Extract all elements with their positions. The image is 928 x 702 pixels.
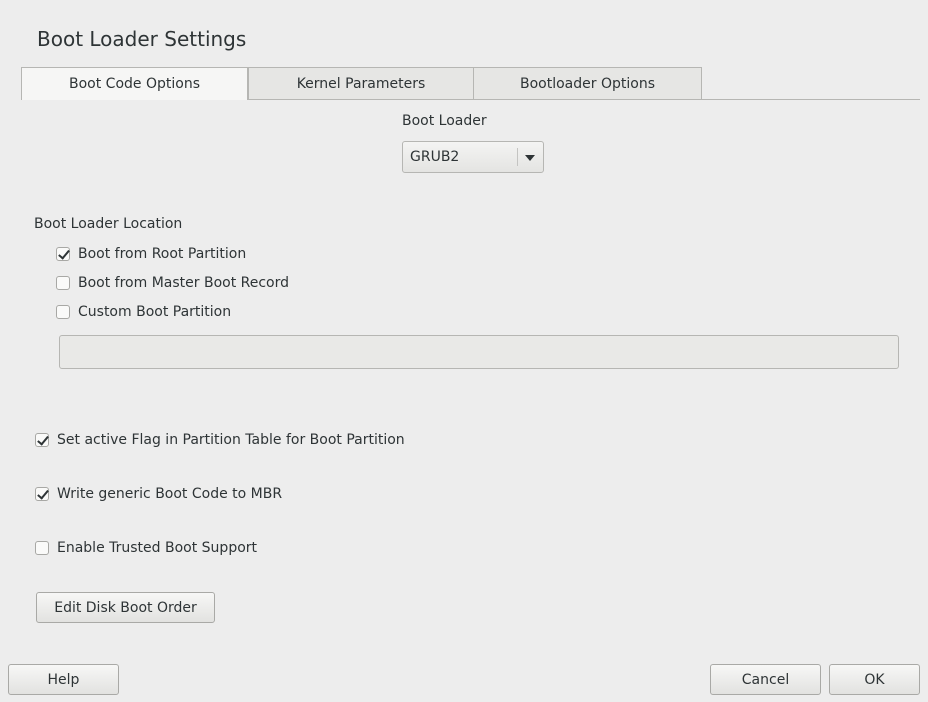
boot-loader-label: Boot Loader	[402, 113, 487, 129]
checkbox-label: Boot from Root Partition	[78, 246, 247, 262]
checkbox-label: Custom Boot Partition	[78, 304, 232, 320]
tab-label: Boot Code Options	[69, 76, 200, 92]
checkbox-label: Enable Trusted Boot Support	[57, 540, 258, 556]
custom-boot-partition-input[interactable]	[59, 335, 899, 369]
tab-label: Kernel Parameters	[296, 75, 426, 92]
tab-boot-code-options[interactable]: Boot Code Options	[21, 67, 248, 100]
edit-disk-boot-order-button[interactable]: Edit Disk Boot Order	[36, 592, 215, 623]
enable-trusted-boot-checkbox[interactable]: Enable Trusted Boot Support	[35, 540, 257, 556]
page-title: Boot Loader Settings	[37, 27, 247, 51]
boot-from-mbr-checkbox[interactable]: Boot from Master Boot Record	[56, 275, 289, 291]
write-generic-boot-code-checkbox[interactable]: Write generic Boot Code to MBR	[35, 486, 282, 502]
checkbox-checked-icon[interactable]	[35, 487, 49, 501]
select-divider	[517, 148, 518, 166]
checkbox-label: Set active Flag in Partition Table for B…	[57, 432, 405, 448]
active-tab-gap	[22, 99, 247, 100]
cancel-button[interactable]: Cancel	[710, 664, 821, 695]
checkbox-label: Write generic Boot Code to MBR	[57, 486, 283, 502]
ok-button[interactable]: OK	[829, 664, 920, 695]
checkbox-unchecked-icon[interactable]	[56, 276, 70, 290]
tab-kernel-parameters[interactable]: Kernel Parameters	[248, 67, 474, 99]
boot-loader-location-heading: Boot Loader Location	[34, 216, 183, 232]
checkbox-unchecked-icon[interactable]	[56, 305, 70, 319]
checkbox-checked-icon[interactable]	[35, 433, 49, 447]
checkbox-checked-icon[interactable]	[56, 247, 70, 261]
tab-bootloader-options[interactable]: Bootloader Options	[473, 67, 702, 99]
chevron-down-icon	[525, 155, 535, 161]
boot-loader-selected-value: GRUB2	[410, 149, 460, 165]
tab-label: Bootloader Options	[520, 75, 655, 92]
checkbox-label: Boot from Master Boot Record	[78, 275, 290, 291]
boot-loader-select[interactable]: GRUB2	[402, 141, 544, 173]
custom-boot-partition-checkbox[interactable]: Custom Boot Partition	[56, 304, 231, 320]
boot-from-root-partition-checkbox[interactable]: Boot from Root Partition	[56, 246, 246, 262]
checkbox-unchecked-icon[interactable]	[35, 541, 49, 555]
set-active-flag-checkbox[interactable]: Set active Flag in Partition Table for B…	[35, 432, 405, 448]
help-button[interactable]: Help	[8, 664, 119, 695]
